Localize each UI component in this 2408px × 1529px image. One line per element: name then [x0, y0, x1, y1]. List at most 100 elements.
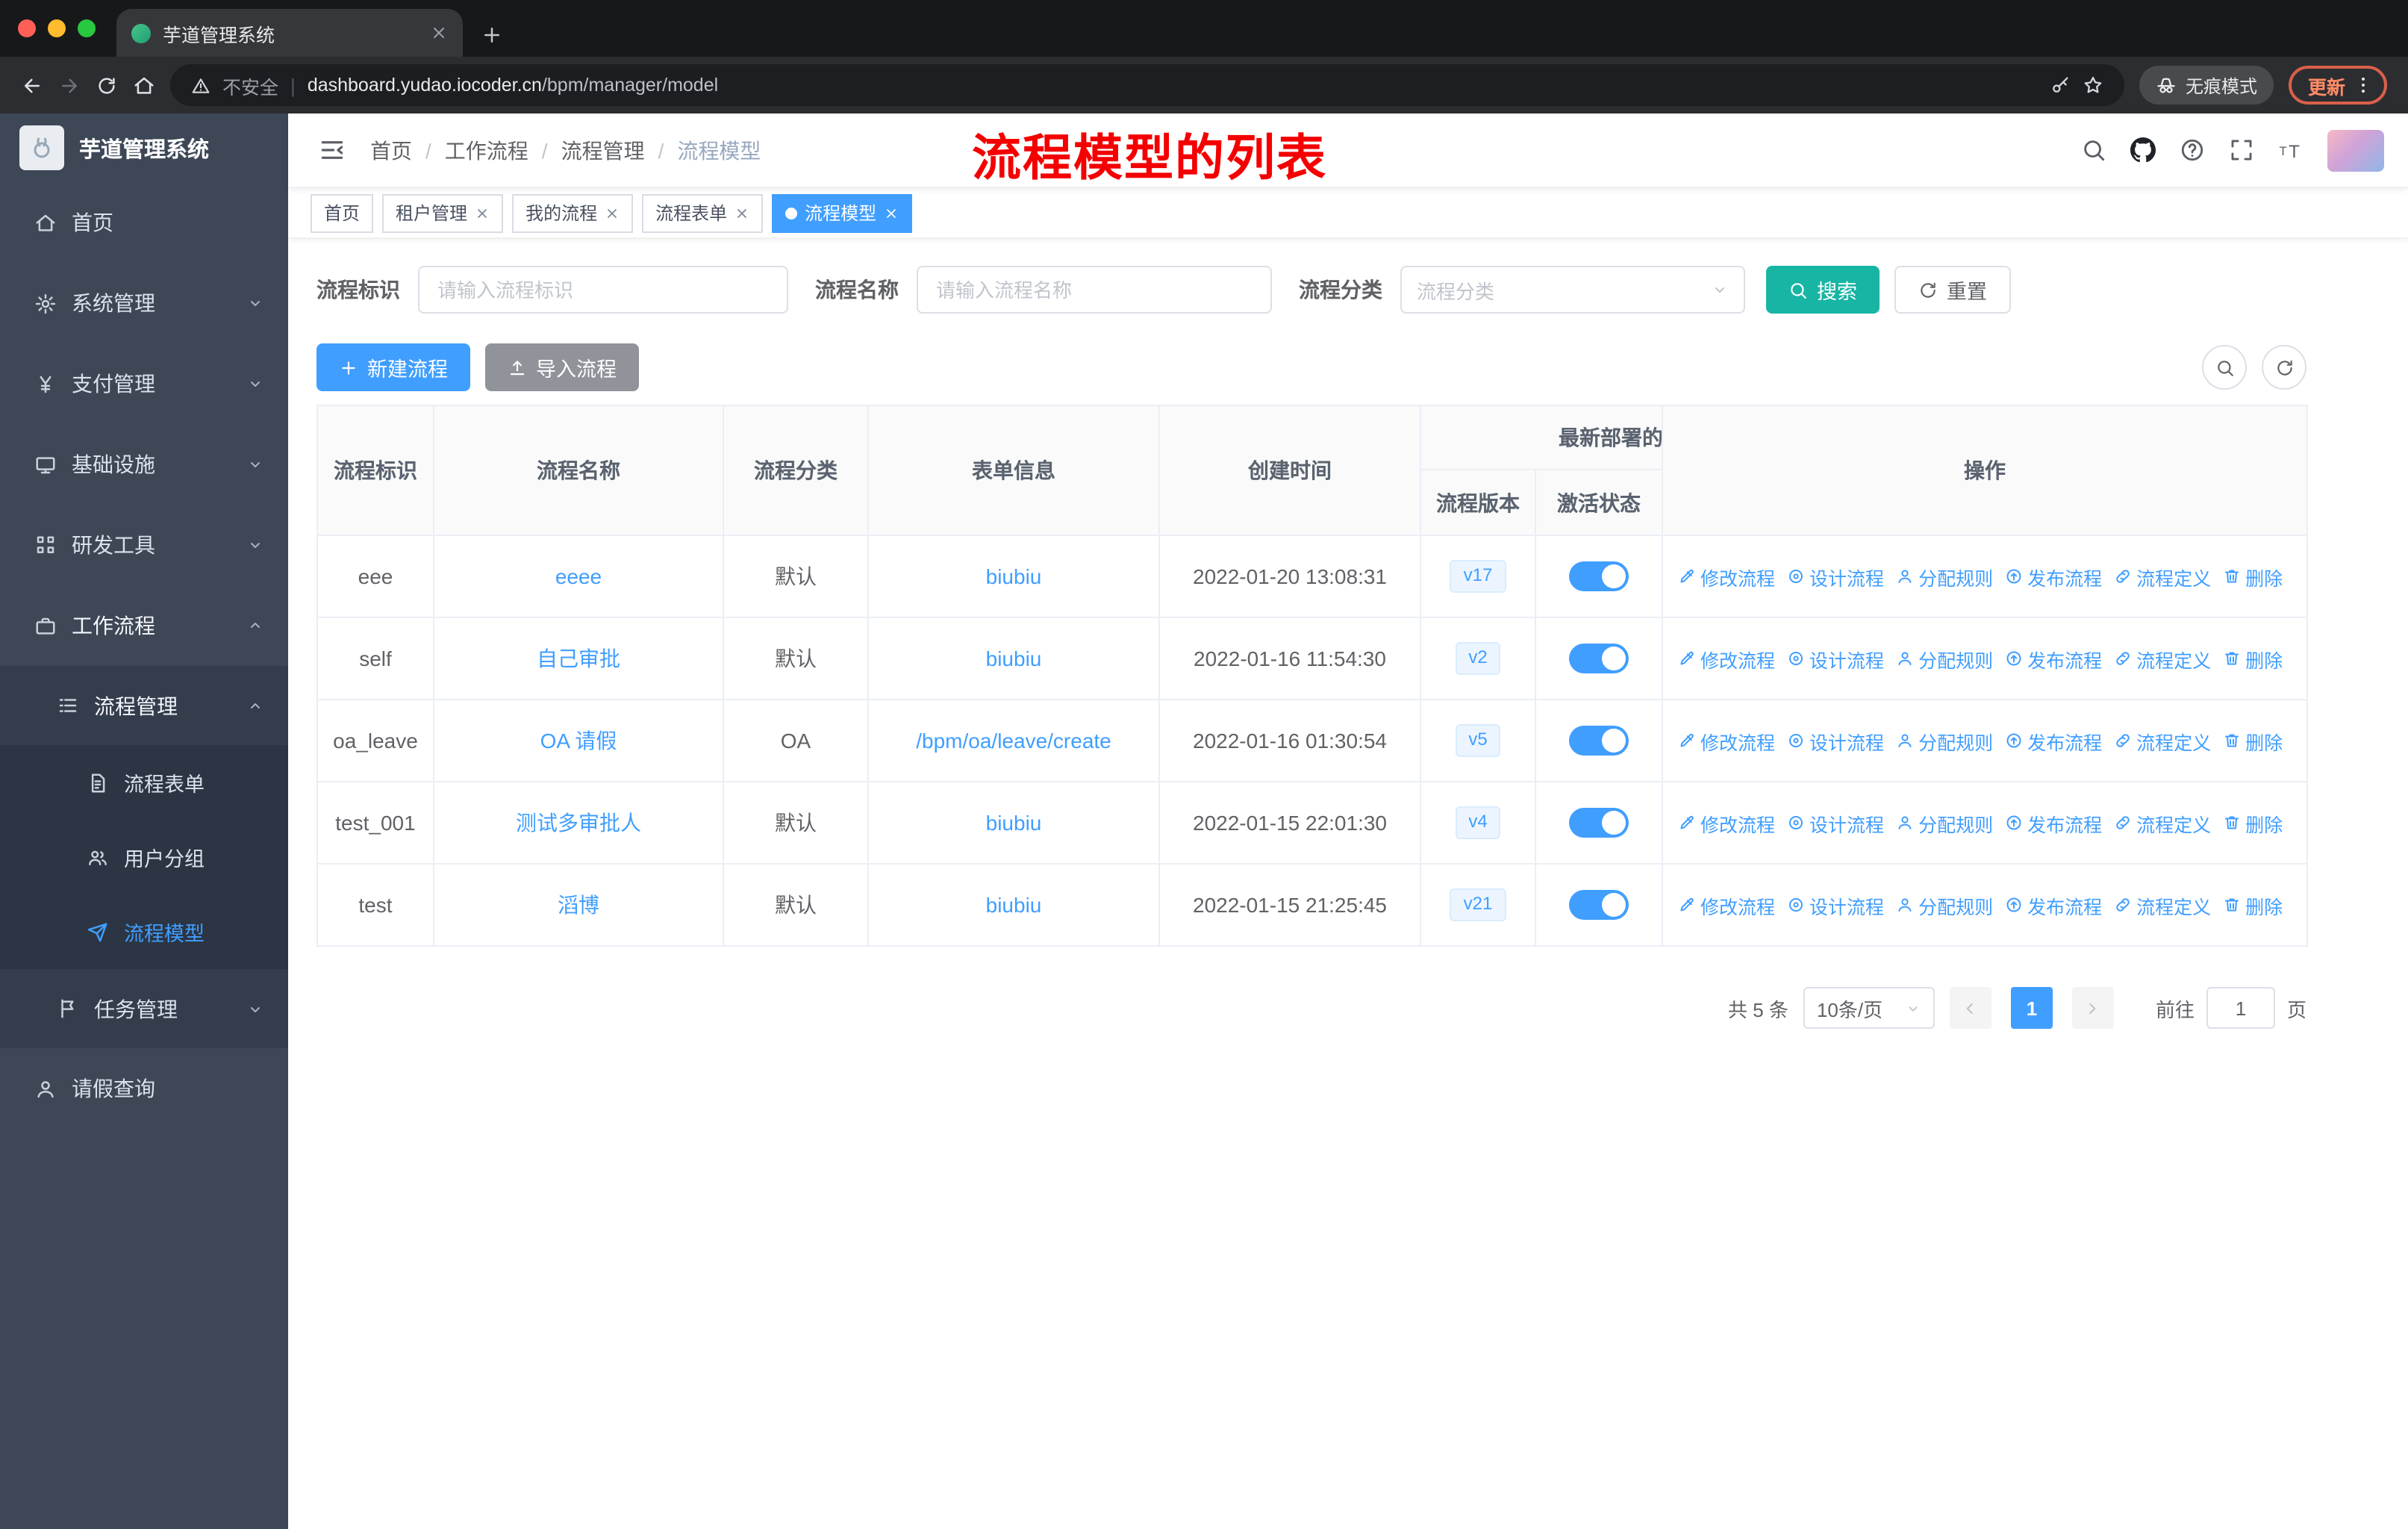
- assign-rule-link[interactable]: 分配规则: [1896, 562, 1993, 591]
- user-avatar[interactable]: [2327, 129, 2384, 171]
- prev-page-button[interactable]: [1949, 987, 1991, 1029]
- design-process-link[interactable]: 设计流程: [1787, 562, 1884, 591]
- font-size-icon[interactable]: [2278, 137, 2303, 163]
- toggle-search-button[interactable]: [2202, 345, 2247, 390]
- design-process-link[interactable]: 设计流程: [1787, 644, 1884, 673]
- help-icon[interactable]: [2180, 137, 2205, 163]
- sidebar-item-workflow[interactable]: 工作流程: [0, 585, 288, 666]
- tag-process-model[interactable]: 流程模型: [772, 193, 913, 232]
- current-page-button[interactable]: 1: [2010, 987, 2053, 1029]
- process-definition-link[interactable]: 流程定义: [2114, 891, 2211, 919]
- assign-rule-link[interactable]: 分配规则: [1896, 726, 1993, 755]
- page-size-select[interactable]: 10条/页: [1803, 987, 1935, 1029]
- sidebar-item-user-group[interactable]: 用户分组: [0, 820, 288, 894]
- sidebar-item-devtools[interactable]: 研发工具: [0, 505, 288, 585]
- sidebar-item-home[interactable]: 首页: [0, 182, 288, 263]
- reset-button[interactable]: 重置: [1894, 266, 2011, 314]
- process-category-select[interactable]: 流程分类: [1400, 266, 1745, 314]
- delete-link[interactable]: 删除: [2223, 891, 2283, 919]
- close-icon[interactable]: [734, 205, 749, 220]
- active-toggle[interactable]: [1569, 726, 1629, 756]
- sidebar-collapse-icon[interactable]: [318, 136, 346, 164]
- delete-link[interactable]: 删除: [2223, 809, 2283, 837]
- process-name-link[interactable]: 测试多审批人: [516, 811, 641, 835]
- password-key-icon[interactable]: [2050, 75, 2071, 96]
- process-definition-link[interactable]: 流程定义: [2114, 726, 2211, 755]
- active-toggle[interactable]: [1569, 644, 1629, 673]
- refresh-table-button[interactable]: [2262, 345, 2306, 390]
- tag-my-process[interactable]: 我的流程: [512, 193, 634, 232]
- edit-process-link[interactable]: 修改流程: [1678, 562, 1775, 591]
- close-icon[interactable]: [605, 205, 620, 220]
- edit-process-link[interactable]: 修改流程: [1678, 726, 1775, 755]
- sidebar-item-infrastructure[interactable]: 基础设施: [0, 424, 288, 505]
- reload-button[interactable]: [96, 74, 118, 96]
- publish-process-link[interactable]: 发布流程: [2005, 891, 2102, 919]
- tag-tenant-mgmt[interactable]: 租户管理: [382, 193, 504, 232]
- breadcrumb-item[interactable]: 首页: [370, 135, 412, 165]
- bookmark-star-icon[interactable]: [2083, 75, 2103, 96]
- sidebar-item-process-mgmt[interactable]: 流程管理: [0, 666, 288, 745]
- tag-home[interactable]: 首页: [311, 193, 374, 232]
- form-info-link[interactable]: biubiu: [986, 893, 1042, 917]
- process-definition-link[interactable]: 流程定义: [2114, 809, 2211, 837]
- close-icon[interactable]: [884, 205, 899, 220]
- tab-close-icon[interactable]: [430, 24, 448, 42]
- delete-link[interactable]: 删除: [2223, 726, 2283, 755]
- sidebar-item-process-model[interactable]: 流程模型: [0, 894, 288, 969]
- breadcrumb-item[interactable]: 流程管理: [561, 135, 645, 165]
- process-name-link[interactable]: OA 请假: [540, 729, 617, 753]
- sidebar-item-task-mgmt[interactable]: 任务管理: [0, 969, 288, 1048]
- close-icon[interactable]: [475, 205, 490, 220]
- browser-home-button[interactable]: [133, 74, 155, 96]
- active-toggle[interactable]: [1569, 808, 1629, 838]
- assign-rule-link[interactable]: 分配规则: [1896, 809, 1993, 837]
- process-name-link[interactable]: eeee: [555, 564, 602, 588]
- sidebar-item-process-form[interactable]: 流程表单: [0, 745, 288, 820]
- process-name-link[interactable]: 自己审批: [537, 647, 620, 670]
- back-button[interactable]: [21, 74, 43, 96]
- assign-rule-link[interactable]: 分配规则: [1896, 891, 1993, 919]
- publish-process-link[interactable]: 发布流程: [2005, 562, 2102, 591]
- design-process-link[interactable]: 设计流程: [1787, 891, 1884, 919]
- forward-button[interactable]: [58, 74, 81, 96]
- goto-page-input[interactable]: [2206, 987, 2275, 1029]
- process-definition-link[interactable]: 流程定义: [2114, 644, 2211, 673]
- publish-process-link[interactable]: 发布流程: [2005, 644, 2102, 673]
- edit-process-link[interactable]: 修改流程: [1678, 644, 1775, 673]
- close-window-button[interactable]: [18, 19, 36, 37]
- assign-rule-link[interactable]: 分配规则: [1896, 644, 1993, 673]
- browser-tab[interactable]: 芋道管理系统: [116, 9, 463, 57]
- publish-process-link[interactable]: 发布流程: [2005, 809, 2102, 837]
- design-process-link[interactable]: 设计流程: [1787, 809, 1884, 837]
- search-icon[interactable]: [2081, 137, 2106, 163]
- zoom-window-button[interactable]: [78, 19, 96, 37]
- import-process-button[interactable]: 导入流程: [485, 343, 639, 391]
- sidebar-item-payment[interactable]: 支付管理: [0, 343, 288, 424]
- tag-process-form[interactable]: 流程表单: [642, 193, 764, 232]
- address-bar[interactable]: 不安全 | dashboard.yudao.iocoder.cn/bpm/man…: [170, 64, 2124, 106]
- sidebar-item-leave-query[interactable]: 请假查询: [0, 1048, 288, 1129]
- edit-process-link[interactable]: 修改流程: [1678, 809, 1775, 837]
- browser-menu-icon[interactable]: [2353, 75, 2374, 96]
- next-page-button[interactable]: [2071, 987, 2114, 1029]
- minimize-window-button[interactable]: [48, 19, 66, 37]
- form-info-link[interactable]: biubiu: [986, 564, 1042, 588]
- fullscreen-icon[interactable]: [2229, 137, 2254, 163]
- publish-process-link[interactable]: 发布流程: [2005, 726, 2102, 755]
- process-id-input[interactable]: [418, 266, 788, 314]
- create-process-button[interactable]: 新建流程: [316, 343, 470, 391]
- breadcrumb-item[interactable]: 工作流程: [445, 135, 528, 165]
- form-info-link[interactable]: biubiu: [986, 647, 1042, 670]
- active-toggle[interactable]: [1569, 561, 1629, 591]
- process-definition-link[interactable]: 流程定义: [2114, 562, 2211, 591]
- delete-link[interactable]: 删除: [2223, 644, 2283, 673]
- active-toggle[interactable]: [1569, 890, 1629, 920]
- form-info-link[interactable]: /bpm/oa/leave/create: [916, 729, 1111, 753]
- new-tab-button[interactable]: [481, 24, 503, 46]
- form-info-link[interactable]: biubiu: [986, 811, 1042, 835]
- search-button[interactable]: 搜索: [1766, 266, 1880, 314]
- edit-process-link[interactable]: 修改流程: [1678, 891, 1775, 919]
- sidebar-item-system[interactable]: 系统管理: [0, 263, 288, 343]
- browser-update-button[interactable]: 更新: [2288, 66, 2387, 105]
